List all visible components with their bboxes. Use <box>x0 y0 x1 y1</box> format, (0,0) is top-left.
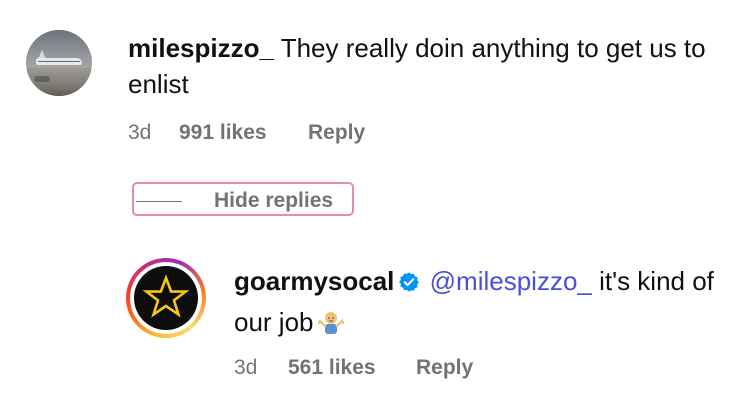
reply-reply-button[interactable]: Reply <box>416 356 473 380</box>
person-shrugging-icon <box>317 307 344 345</box>
comment-timestamp[interactable]: 3d <box>128 121 151 145</box>
avatar[interactable] <box>26 30 92 96</box>
mention-link[interactable]: @milespizzo_ <box>430 266 592 296</box>
comment-likes[interactable]: 991 likes <box>179 121 267 145</box>
reply-body: goarmysocal @milespizzo_ it's kind of ou… <box>234 262 714 345</box>
comment-reply-button[interactable]: Reply <box>308 121 365 145</box>
army-star-icon <box>142 274 190 318</box>
comment-meta: 3d 991 likes Reply <box>128 121 528 147</box>
avatar-ground <box>26 68 92 96</box>
hide-replies-label: Hide replies <box>214 189 334 212</box>
divider-line <box>136 201 182 202</box>
airplane-stripe <box>38 61 80 62</box>
reply-username[interactable]: goarmysocal <box>234 266 394 296</box>
comments-thread: milespizzo_ They really doin anything to… <box>0 0 736 406</box>
avatar-sky <box>26 30 92 60</box>
avatar-ground-spot <box>34 76 50 82</box>
reply-timestamp[interactable]: 3d <box>234 356 257 380</box>
reply-likes[interactable]: 561 likes <box>288 356 376 380</box>
hide-replies-button[interactable]: Hide replies <box>132 182 354 216</box>
verified-badge-icon <box>398 265 420 303</box>
comment-body: milespizzo_ They really doin anything to… <box>128 30 718 102</box>
reply-meta: 3d 561 likes Reply <box>234 356 634 382</box>
comment-username[interactable]: milespizzo_ <box>128 33 274 63</box>
reply-avatar[interactable] <box>126 258 206 338</box>
